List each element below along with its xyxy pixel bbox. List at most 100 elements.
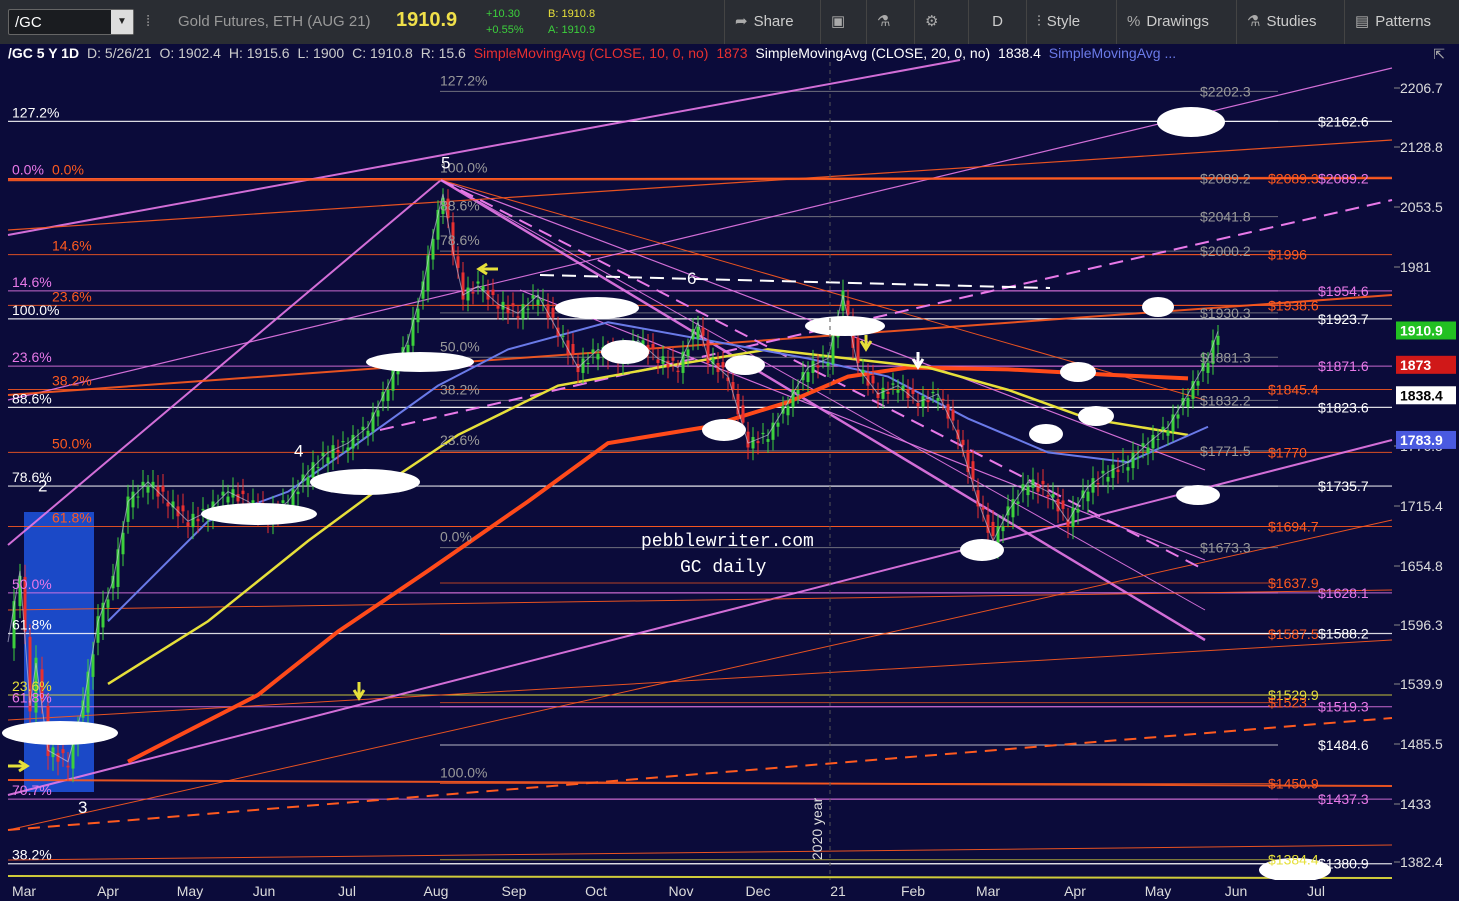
candle-body	[1121, 459, 1125, 462]
fib-level-label: $2041.8	[1200, 209, 1251, 225]
fib-level-label: $1881.3	[1200, 349, 1251, 365]
watermark-site: pebblewriter.com	[641, 532, 814, 552]
candle-body	[521, 304, 525, 319]
wave-count-label: 5	[441, 153, 450, 172]
candle-body	[1091, 478, 1095, 493]
candle-body	[1061, 500, 1065, 509]
candle-body	[496, 305, 500, 309]
fib-level-label: $1637.9	[1268, 575, 1319, 591]
y-axis-tick-label: 1485.5	[1400, 736, 1443, 752]
annotation-ellipse	[201, 503, 317, 525]
y-axis-tick-label: 1539.9	[1400, 676, 1443, 692]
annotation-ellipse	[960, 539, 1004, 561]
fib-inner-label: 100.0%	[440, 765, 487, 781]
fib-level-label: $1930.3	[1200, 305, 1251, 321]
annotation-ellipse	[725, 355, 765, 375]
x-axis-tick-label: Sep	[502, 883, 527, 899]
y-axis-tick-label: 2206.7	[1400, 80, 1443, 96]
candle-body	[991, 521, 995, 537]
fib-level-label: $1735.7	[1318, 478, 1369, 494]
price-badge-label: 1783.9	[1400, 432, 1443, 448]
candle-body	[961, 439, 965, 446]
candle-body	[1111, 464, 1115, 478]
fib-inner-label: 50.0%	[440, 338, 480, 354]
fib-level-label: $1770	[1268, 444, 1307, 460]
fib-level-label: $1871.6	[1318, 358, 1369, 374]
x-axis-tick-label: Jul	[1307, 883, 1325, 899]
fib-level-label: $2202.3	[1200, 83, 1251, 99]
fib-level-label: $1954.6	[1318, 283, 1369, 299]
info-low: L: 1900	[297, 45, 345, 61]
candle-body	[651, 343, 655, 350]
candle-body	[1166, 430, 1170, 436]
info-high: H: 1915.6	[228, 45, 290, 61]
fib-inner-label: 88.6%	[440, 198, 480, 214]
candle-body	[766, 439, 770, 442]
candle-body	[756, 441, 760, 444]
price-chart[interactable]: 1382.4 1433 1485.5 1539.9 1596.3 1654.8 1715.4…	[0, 0, 1459, 901]
candle-body	[1216, 335, 1220, 345]
candle-body	[676, 370, 680, 373]
candle-body	[476, 281, 480, 284]
annotation-ellipse	[1176, 485, 1220, 505]
candle-body	[936, 398, 940, 401]
candle-body	[1096, 483, 1100, 485]
candle-body	[776, 422, 780, 427]
fib-level-label: $1823.6	[1318, 399, 1369, 415]
candle-body	[1176, 414, 1180, 419]
candle-body	[386, 389, 390, 401]
candle-body	[146, 486, 150, 493]
candle-body	[796, 389, 800, 394]
candle-body	[306, 476, 310, 486]
candle-body	[891, 383, 895, 385]
candle-body	[741, 405, 745, 423]
sma20-label[interactable]: SimpleMovingAvg (CLOSE, 20, 0, no)	[755, 45, 990, 61]
candle-body	[941, 398, 945, 401]
collapse-icon[interactable]: ⇱	[1433, 46, 1445, 63]
candle-body	[911, 389, 915, 394]
candle-body	[226, 496, 230, 503]
x-axis-tick-label: Apr	[1064, 883, 1086, 899]
fib-level-label: $1832.2	[1200, 392, 1251, 408]
y-axis-tick-label: 1433	[1400, 796, 1431, 812]
candle-body	[886, 391, 890, 394]
annotation-ellipse	[1060, 362, 1096, 382]
fib-level-label: $1588.2	[1318, 625, 1369, 641]
candle-body	[761, 432, 765, 435]
candle-body	[666, 360, 670, 368]
candle-body	[106, 599, 110, 608]
candle-body	[561, 335, 565, 337]
candle-body	[66, 765, 70, 768]
y-axis-tick-label: 2053.5	[1400, 199, 1443, 215]
x-axis-tick-label: Aug	[424, 883, 449, 899]
fib-level-label: $2162.6	[1318, 113, 1369, 129]
candle-body	[376, 410, 380, 417]
y-axis-tick-label: 1981	[1400, 259, 1431, 275]
fib-level-label: $1484.6	[1318, 737, 1369, 753]
candle-body	[671, 357, 675, 361]
candle-body	[816, 365, 820, 368]
fib-percent-label: 70.7%	[12, 782, 52, 798]
sma10-label[interactable]: SimpleMovingAvg (CLOSE, 10, 0, no)	[474, 45, 709, 61]
candle-body	[1016, 501, 1020, 504]
y-axis-tick-label: 1654.8	[1400, 558, 1443, 574]
candle-body	[181, 505, 185, 512]
candle-body	[881, 387, 885, 399]
price-badge-label: 1910.9	[1400, 322, 1443, 338]
candle-body	[1046, 495, 1050, 497]
candle-body	[1086, 491, 1090, 502]
candle-body	[686, 349, 690, 357]
candle-body	[331, 445, 335, 459]
watermark-title: GC daily	[680, 558, 767, 578]
info-close: C: 1910.8	[352, 45, 413, 61]
fib-percent-label: 50.0%	[52, 435, 92, 451]
annotation-ellipse	[2, 721, 118, 745]
fib-level-label: $1628.1	[1318, 585, 1369, 601]
x-axis-tick-label: Nov	[669, 883, 694, 899]
sma50-label[interactable]: SimpleMovingAvg ...	[1049, 45, 1176, 61]
candle-body	[571, 343, 575, 354]
wave-count-label: 2	[38, 477, 47, 496]
info-date: D: 5/26/21	[86, 45, 152, 61]
x-axis-tick-label: Jul	[338, 883, 356, 899]
candle-body	[1076, 508, 1080, 513]
